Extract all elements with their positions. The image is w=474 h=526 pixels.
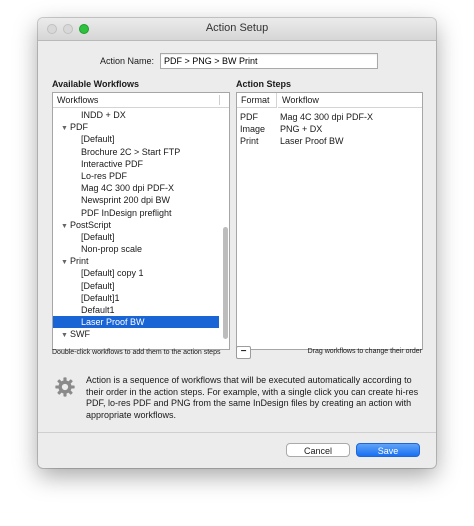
workflow-group-row[interactable]: ▼ Print: [53, 255, 219, 267]
workflow-label: Lo-res PDF: [81, 170, 128, 181]
workflow-label: [Default]: [81, 134, 115, 145]
workflows-hint: Double-click workflows to add them to th…: [52, 349, 221, 356]
workflow-label: [Default]: [81, 280, 115, 291]
save-button[interactable]: Save: [356, 443, 420, 457]
workflow-label: Print: [70, 256, 89, 267]
workflow-label: Mag 4C 300 dpi PDF-X: [81, 183, 175, 194]
workflow-label: PostScript: [70, 219, 112, 230]
step-row[interactable]: Print Laser Proof BW: [237, 135, 422, 147]
action-setup-window: Action Setup Action Name: Available Work…: [38, 18, 436, 468]
disclosure-triangle-icon[interactable]: ▼: [61, 330, 70, 342]
step-format: Image: [240, 124, 266, 135]
format-column-header[interactable]: Format: [237, 93, 277, 108]
workflows-column-label: Workflows: [57, 95, 99, 105]
workflow-label: Brochure 2C > Start FTP: [81, 146, 181, 157]
workflow-row[interactable]: [Default]: [53, 133, 219, 145]
workflow-row[interactable]: Brochure 2C > Start FTP: [53, 146, 219, 158]
step-format: PDF: [240, 112, 258, 122]
steps-rows: PDF Mag 4C 300 dpi PDF-X Image PNG + DX Prin…: [237, 111, 422, 148]
workflows-list[interactable]: Workflows INDD + DX ▼ PDF [Default] Brochure…: [52, 92, 230, 350]
action-description: Action is a sequence of workflows that w…: [86, 375, 419, 420]
workflows-scrollbar[interactable]: [223, 227, 228, 339]
workflows-column-header[interactable]: Workflows: [53, 93, 229, 108]
step-format: Print: [240, 136, 259, 147]
workflow-row[interactable]: PDF InDesign preflight: [53, 207, 219, 219]
step-row[interactable]: PDF Mag 4C 300 dpi PDF-X: [237, 111, 422, 123]
workflow-label: Non-prop scale: [81, 244, 143, 255]
step-row[interactable]: Image PNG + DX: [237, 123, 422, 135]
window-title: Action Setup: [205, 22, 269, 34]
action-name-input[interactable]: [160, 53, 378, 69]
workflow-row[interactable]: Laser Proof BW: [53, 316, 219, 329]
workflow-row[interactable]: [Default]1: [53, 292, 219, 304]
workflow-row[interactable]: Default1: [53, 304, 219, 316]
action-name-label: Action Name:: [100, 56, 155, 66]
workflow-row[interactable]: [Default]: [53, 280, 219, 292]
column-resize-handle[interactable]: [219, 95, 227, 105]
title-bar: Action Setup: [38, 18, 436, 41]
workflow-row[interactable]: [Default] copy 1: [53, 267, 219, 279]
workflow-group-row[interactable]: ▼ SWF: [53, 328, 219, 340]
workflow-label: Newsprint 200 dpi BW: [81, 195, 171, 206]
workflow-row[interactable]: Non-prop scale: [53, 243, 219, 255]
workflow-label: [Default]1: [81, 292, 120, 303]
workflow-label: [Default] copy 1: [81, 268, 144, 279]
workflow-label: Interactive PDF: [81, 158, 144, 169]
workflow-row[interactable]: Lo-res PDF: [53, 170, 219, 182]
available-workflows-title: Available Workflows: [52, 79, 140, 89]
action-steps-title: Action Steps: [236, 79, 292, 89]
remove-step-button[interactable]: −: [236, 346, 251, 359]
workflow-group-row[interactable]: ▼ PDF: [53, 121, 219, 133]
footer-divider: [38, 432, 436, 433]
workflow-row[interactable]: Mag 4C 300 dpi PDF-X: [53, 182, 219, 194]
cancel-button[interactable]: Cancel: [286, 443, 350, 457]
workflow-row[interactable]: INDD + DX: [53, 109, 219, 121]
steps-hint: Drag workflows to change their order: [307, 348, 422, 355]
step-workflow: Laser Proof BW: [280, 136, 344, 147]
workflow-column-header[interactable]: Workflow: [278, 93, 422, 108]
workflow-row[interactable]: [Default]: [53, 231, 219, 243]
step-workflow: Mag 4C 300 dpi PDF-X: [280, 112, 374, 122]
workflow-label: [Default]: [81, 231, 115, 242]
workflow-row[interactable]: Newsprint 200 dpi BW: [53, 194, 219, 206]
workflow-label: PDF InDesign preflight: [81, 207, 172, 218]
workflow-label: PDF: [70, 122, 88, 133]
workflow-label: SWF: [70, 329, 90, 340]
step-workflow: PNG + DX: [280, 124, 323, 135]
workflow-group-row[interactable]: ▼ PostScript: [53, 219, 219, 231]
workflow-label: Default1: [81, 305, 115, 315]
workflow-row[interactable]: Interactive PDF: [53, 158, 219, 170]
gear-icon: [55, 377, 75, 397]
workflow-label: INDD + DX: [81, 110, 126, 120]
workflow-label: Laser Proof BW: [81, 317, 145, 328]
action-steps-table[interactable]: Format Workflow PDF Mag 4C 300 dpi PDF-X I…: [236, 92, 423, 350]
workflow-tree: INDD + DX ▼ PDF [Default] Brochure 2C > Star…: [53, 109, 219, 341]
